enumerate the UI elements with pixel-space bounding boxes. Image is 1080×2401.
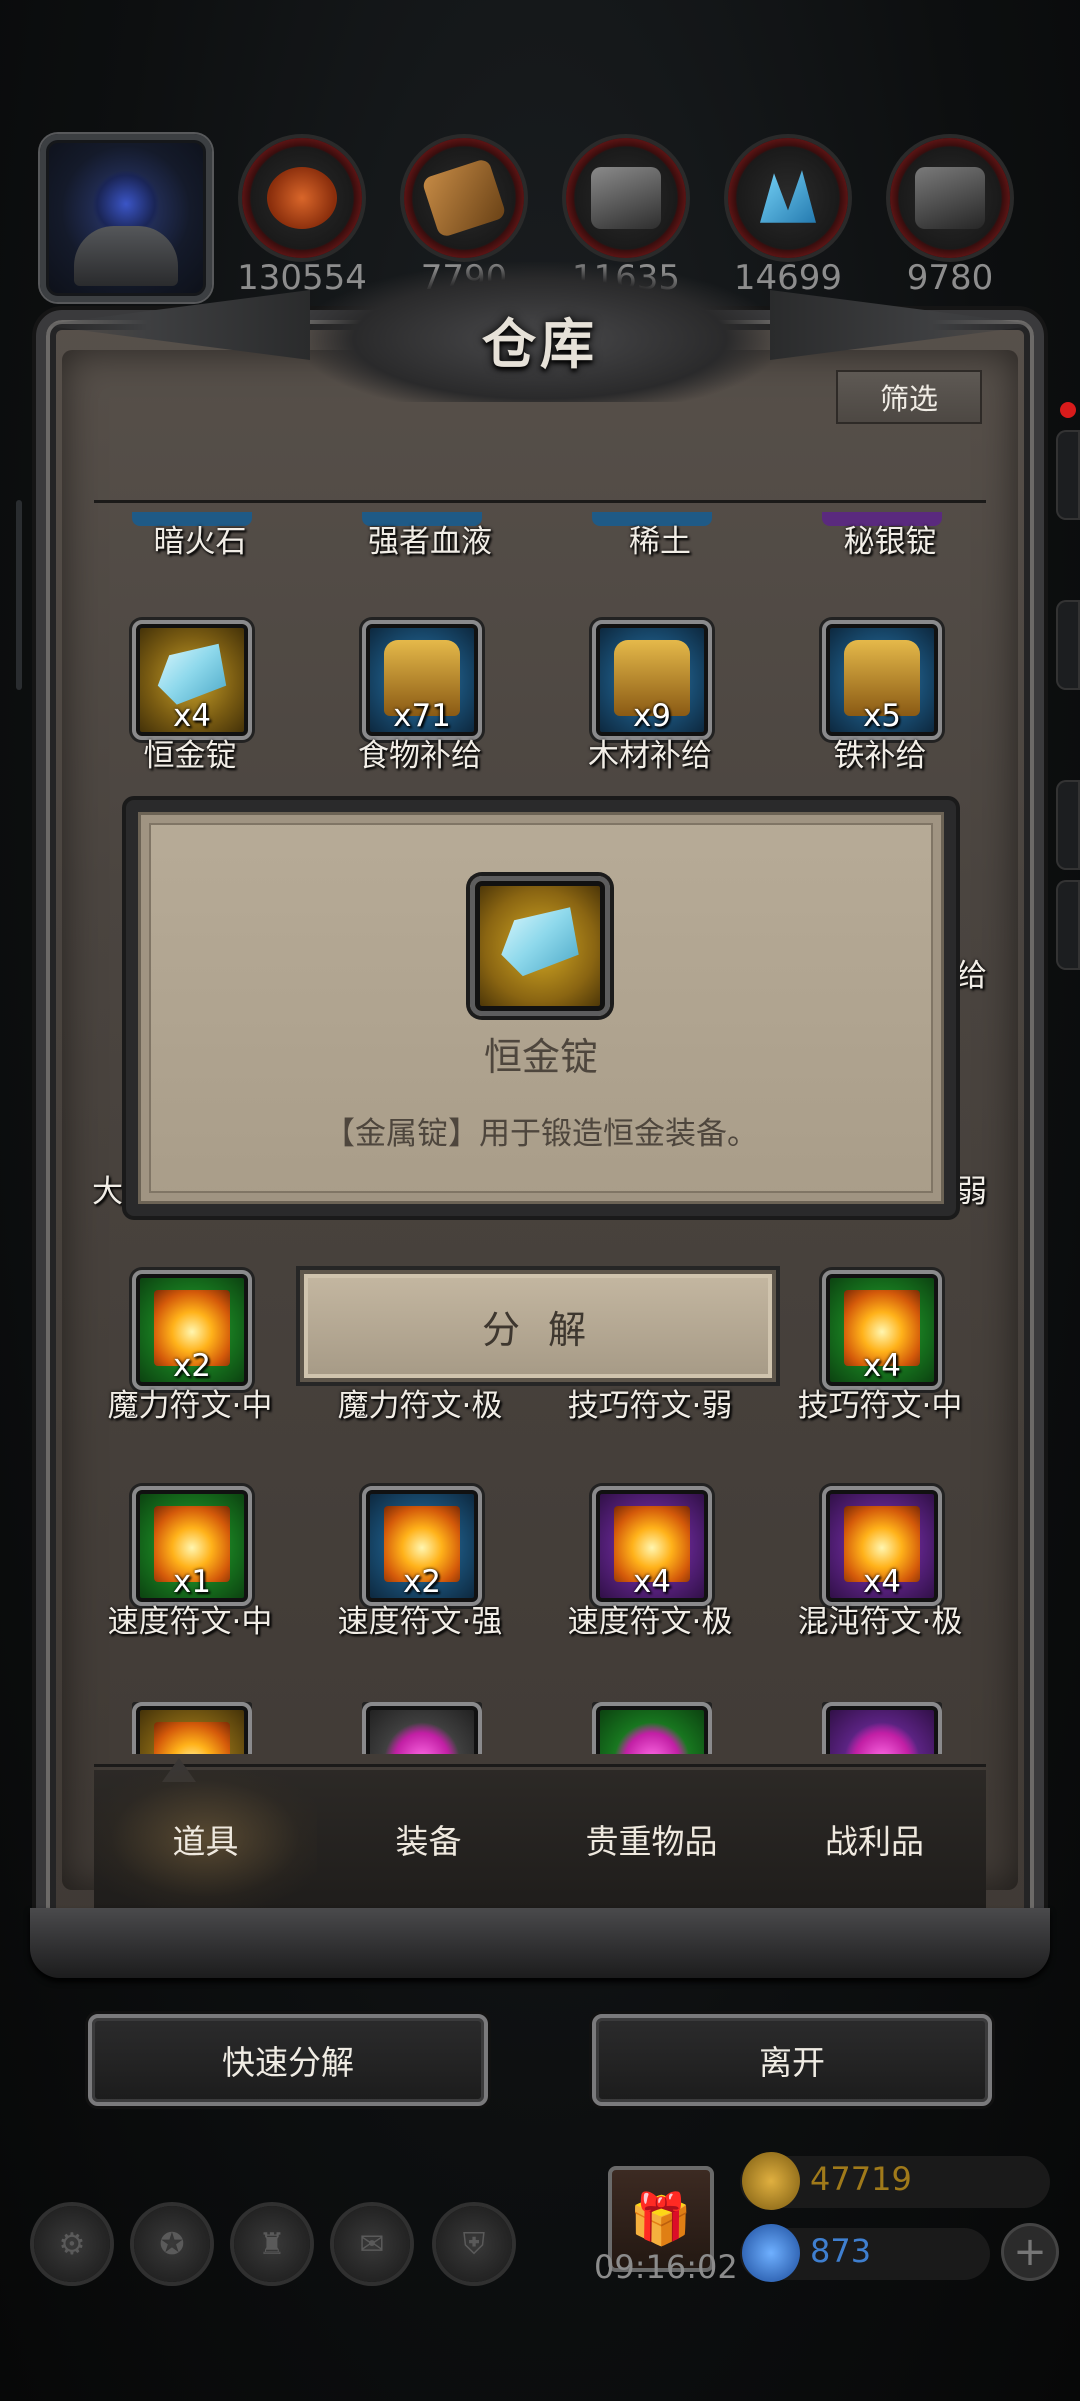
castle-icon[interactable]: ♜ (234, 2206, 310, 2282)
item-name: 魔力符文·中 (107, 1388, 273, 1424)
rune-icon (154, 1722, 230, 1754)
item-quantity: x5 (862, 698, 902, 734)
item-name: 技巧符文·弱 (567, 1388, 733, 1424)
orb-icon (384, 1722, 460, 1754)
item-name: 强者血液 (368, 524, 492, 560)
resource-steel-slot[interactable] (890, 138, 1010, 258)
item-slot (822, 1702, 942, 1754)
item-quantity: x4 (172, 698, 212, 734)
item-quantity: x1 (172, 1564, 212, 1600)
gold-amount: 47719 (810, 2160, 912, 2198)
item-cell-partial[interactable] (132, 1702, 252, 1754)
avatar-body (74, 226, 178, 286)
item-name-fragment: 弱 (956, 1174, 987, 1210)
item-slot (132, 1702, 252, 1754)
side-menu-tab[interactable] (1056, 880, 1080, 970)
add-currency-button[interactable]: + (1004, 2226, 1056, 2278)
item-quantity: x4 (632, 1564, 672, 1600)
orb-icon (844, 1722, 920, 1754)
item-cell[interactable]: x4 技巧符文·中 (765, 1270, 995, 1470)
grid-bottom-divider (94, 1764, 986, 1767)
filter-button[interactable]: 筛选 (836, 370, 982, 424)
side-menu-tab[interactable] (1056, 780, 1080, 870)
orb-icon (614, 1722, 690, 1754)
item-name: 秘银锭 (843, 524, 937, 560)
tab-valuables[interactable]: 贵重物品 (540, 1770, 763, 1908)
scroll-indicator (16, 500, 22, 690)
quick-decompose-button[interactable]: 快速分解 (88, 2014, 488, 2106)
item-name: 稀土 (629, 524, 691, 560)
tooltip-item-description: 【金属锭】用于锻造恒金装备。 (324, 1116, 758, 1152)
panel-title: 仓库 (482, 312, 598, 376)
item-name: 技巧符文·中 (797, 1388, 963, 1424)
item-cell[interactable]: x4 速度符文·极 (535, 1486, 765, 1686)
resource-crystal-slot[interactable] (728, 138, 848, 258)
item-cell-partial[interactable] (592, 1702, 712, 1754)
item-cell[interactable]: x71 食物补给 (305, 620, 535, 820)
item-name: 速度符文·强 (337, 1604, 503, 1640)
item-quantity: x71 (393, 698, 451, 734)
shield-icon[interactable]: ⛨ (436, 2206, 512, 2282)
tab-equipment[interactable]: 装备 (317, 1770, 540, 1908)
item-name: 速度符文·极 (567, 1604, 733, 1640)
leave-button[interactable]: 离开 (592, 2014, 992, 2106)
item-slot (592, 1702, 712, 1754)
item-name-fragment: 大 (92, 1174, 123, 1210)
item-cell[interactable]: x1 速度符文·中 (75, 1486, 305, 1686)
gold-coin-icon (742, 2152, 800, 2210)
decompose-button[interactable]: 分 解 (300, 1270, 776, 1382)
settings-icon[interactable]: ⚙ (34, 2206, 110, 2282)
item-name: 铁补给 (833, 738, 927, 774)
grid-top-divider (94, 500, 986, 503)
item-name: 魔力符文·极 (337, 1388, 503, 1424)
item-quantity: x4 (862, 1564, 902, 1600)
tab-loot[interactable]: 战利品 (763, 1770, 986, 1908)
item-cell[interactable]: x2 速度符文·强 (305, 1486, 535, 1686)
tooltip-item-name: 恒金锭 (483, 1035, 598, 1079)
resource-iron-slot[interactable] (566, 138, 686, 258)
item-cell[interactable]: x4 混沌符文·极 (765, 1486, 995, 1686)
item-cell[interactable]: x2 魔力符文·中 (75, 1270, 305, 1470)
item-name: 恒金锭 (143, 738, 237, 774)
iron-icon (591, 167, 661, 229)
item-name: 木材补给 (588, 738, 712, 774)
crystal-icon (760, 170, 816, 223)
side-menu-tab[interactable] (1056, 600, 1080, 690)
item-cell[interactable]: x5 铁补给 (765, 620, 995, 820)
item-name: 混沌符文·极 (797, 1604, 963, 1640)
item-cell-partial[interactable] (822, 1702, 942, 1754)
panel-bottom-ornament (30, 1908, 1050, 1978)
item-name: 暗火石 (153, 524, 247, 560)
orb-icon (267, 167, 337, 229)
item-quantity: x4 (862, 1348, 902, 1384)
item-slot (362, 1702, 482, 1754)
gift-timer: 09:16:02 (594, 2248, 738, 2286)
item-name-fragment: 给 (956, 958, 987, 994)
item-cell[interactable]: x9 木材补给 (535, 620, 765, 820)
side-menu-tab[interactable] (1056, 430, 1080, 520)
item-cell[interactable]: x4 恒金锭 (75, 620, 305, 820)
star-icon[interactable]: ✪ (134, 2206, 210, 2282)
item-quantity: x2 (402, 1564, 442, 1600)
resource-wood-slot[interactable] (404, 138, 524, 258)
gem-icon (742, 2224, 800, 2282)
steel-icon (915, 167, 985, 229)
mail-icon[interactable]: ✉ (334, 2206, 410, 2282)
gem-amount: 873 (810, 2232, 872, 2270)
item-cell-partial[interactable] (362, 1702, 482, 1754)
ingot-icon (501, 907, 579, 977)
tab-items[interactable]: 道具 (94, 1770, 317, 1908)
tooltip-item-slot (470, 876, 610, 1016)
resource-count: 9780 (906, 258, 994, 298)
item-name: 速度符文·中 (107, 1604, 273, 1640)
player-avatar[interactable] (40, 134, 212, 302)
item-quantity: x2 (172, 1348, 212, 1384)
item-quantity: x9 (632, 698, 672, 734)
notification-dot (1060, 402, 1076, 418)
resource-orb-slot[interactable] (242, 138, 362, 258)
wood-icon (421, 157, 507, 239)
item-name: 食物补给 (358, 738, 482, 774)
